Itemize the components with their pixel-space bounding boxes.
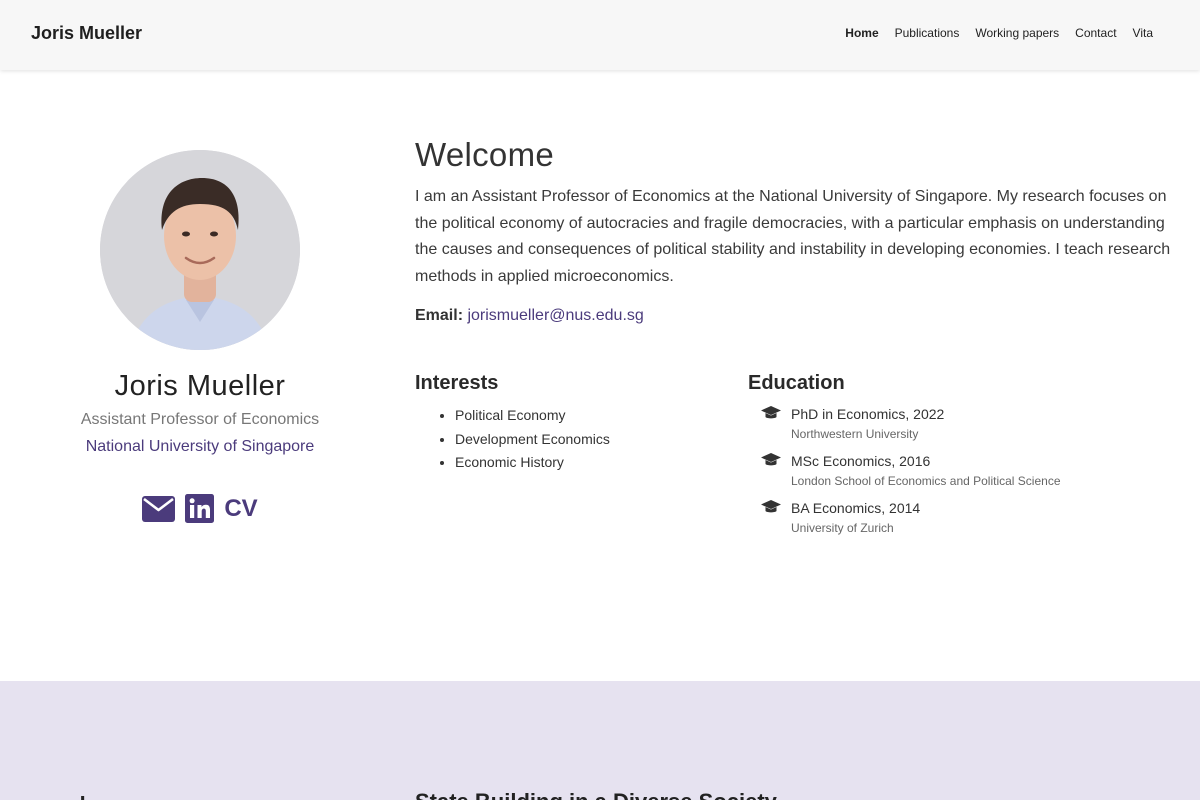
list-item: Economic History — [455, 451, 715, 475]
list-item: Political Economy — [455, 404, 715, 428]
nav-link-home[interactable]: Home — [845, 26, 878, 40]
graduation-cap-icon — [761, 500, 781, 513]
profile-organization-link[interactable]: National University of Singapore — [86, 438, 315, 456]
featured-section: ed papers State Building in a Diverse So… — [0, 681, 1200, 800]
site-brand-link[interactable]: Joris Mueller — [31, 23, 142, 44]
bio-paragraph: I am an Assistant Professor of Economics… — [415, 188, 1171, 285]
interests-list: Political Economy Development Economics … — [455, 404, 715, 475]
list-item: Development Economics — [455, 428, 715, 452]
graduation-cap-icon — [761, 453, 781, 466]
email-row: Email: jorismueller@nus.edu.sg — [415, 307, 1180, 325]
navbar: Joris Mueller Home Publications Working … — [0, 0, 1200, 70]
cv-link[interactable]: CV — [224, 495, 257, 523]
main-content: Welcome I am an Assistant Professor of E… — [415, 136, 1180, 535]
education-list: PhD in Economics, 2022 Northwestern Univ… — [748, 404, 1168, 538]
email-link[interactable] — [142, 495, 176, 522]
interests-section: Interests Political Economy Development … — [415, 372, 715, 475]
page-title: Welcome — [415, 136, 555, 173]
nav-link-vita[interactable]: Vita — [1133, 26, 1153, 40]
nav-links: Home Publications Working papers Contact… — [845, 26, 1153, 40]
profile-card: Joris Mueller Assistant Professor of Eco… — [0, 150, 400, 523]
education-item: MSc Economics, 2016 London School of Eco… — [748, 451, 1168, 491]
education-institution: University of Zurich — [791, 521, 894, 535]
linkedin-link[interactable] — [185, 494, 215, 523]
featured-paper-title[interactable]: State Building in a Diverse Society — [415, 789, 777, 800]
section-heading-left: ed papers — [60, 792, 164, 800]
education-title: Education — [748, 372, 845, 394]
linkedin-icon — [185, 494, 215, 523]
nav-link-contact[interactable]: Contact — [1075, 26, 1116, 40]
education-item: BA Economics, 2014 University of Zurich — [748, 498, 1168, 538]
email-address-link[interactable]: jorismueller@nus.edu.sg — [467, 307, 643, 324]
education-section: Education PhD in Economics, 2022 Northwe… — [748, 372, 1168, 545]
education-item: PhD in Economics, 2022 Northwestern Univ… — [748, 404, 1168, 444]
nav-link-publications[interactable]: Publications — [895, 26, 960, 40]
avatar — [100, 150, 300, 350]
social-links: CV — [0, 494, 400, 523]
interests-title: Interests — [415, 372, 499, 394]
education-degree: BA Economics, 2014 — [791, 500, 921, 516]
profile-name: Joris Mueller — [114, 370, 286, 402]
nav-link-working-papers[interactable]: Working papers — [975, 26, 1059, 40]
education-degree: PhD in Economics, 2022 — [791, 406, 945, 422]
email-label: Email: — [415, 307, 464, 324]
avatar-portrait-icon — [100, 150, 300, 350]
education-degree: MSc Economics, 2016 — [791, 453, 931, 469]
education-institution: London School of Economics and Political… — [791, 474, 1061, 488]
profile-role: Assistant Professor of Economics — [80, 411, 320, 428]
education-institution: Northwestern University — [791, 427, 919, 441]
graduation-cap-icon — [761, 406, 781, 419]
envelope-icon — [142, 495, 176, 522]
